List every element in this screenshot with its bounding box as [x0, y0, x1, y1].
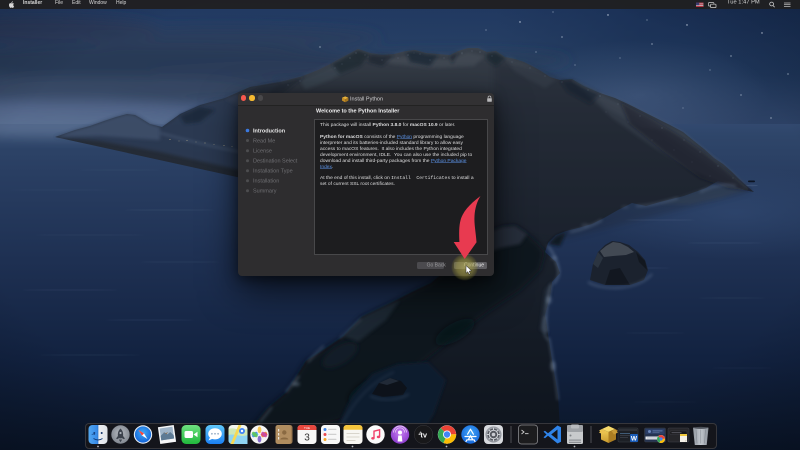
svg-text:W: W	[631, 436, 638, 443]
svg-text:tv: tv	[420, 431, 427, 440]
svg-text:TUE: TUE	[304, 426, 310, 430]
svg-text:3: 3	[304, 433, 310, 444]
